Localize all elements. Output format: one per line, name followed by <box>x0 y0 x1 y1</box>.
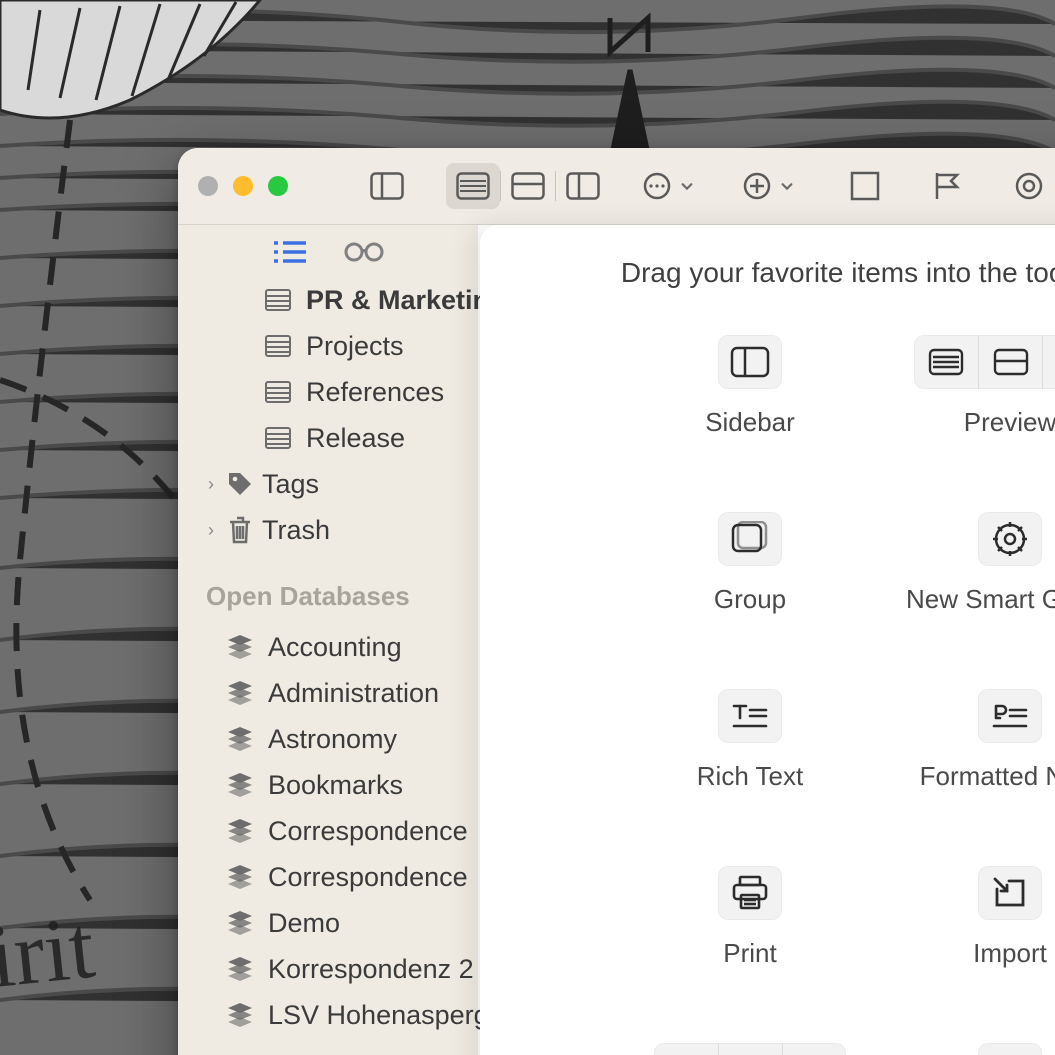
database-stack-icon <box>226 817 254 845</box>
palette-item-rich-text[interactable]: Rich Text <box>620 689 880 792</box>
sidebar-item-label: Correspondence <box>268 862 468 893</box>
sidebar-item-label: Accounting <box>268 632 402 663</box>
palette-label: Sidebar <box>705 407 795 438</box>
palette-label: Formatted Note <box>920 761 1055 792</box>
database-stack-icon <box>226 955 254 983</box>
palette-label: Import <box>973 938 1047 969</box>
folder-icon <box>264 332 292 360</box>
database-stack-icon <box>226 863 254 891</box>
sidebar-item-label: Astronomy <box>268 724 397 755</box>
sidebar-item-label: Trash <box>262 515 330 546</box>
sidebar-item-label: LSV Hohenasperg <box>268 1000 489 1031</box>
database-stack-icon <box>226 725 254 753</box>
desktop-background: irit <box>0 0 1055 1055</box>
chevron-right-icon: › <box>204 474 218 495</box>
sidebar-item-label: Bookmarks <box>268 770 403 801</box>
sidebar-database-item[interactable]: Correspondence <box>178 808 478 854</box>
target-icon <box>718 1043 782 1055</box>
svg-text:irit: irit <box>0 898 99 1007</box>
sidebar-database-item[interactable]: LSV Hohenasperg <box>178 992 478 1038</box>
palette-item-sidebar[interactable]: Sidebar <box>620 335 880 438</box>
palette-item-print[interactable]: Print <box>620 866 880 969</box>
flag-icon <box>654 1043 718 1055</box>
palette-label: Print <box>723 938 776 969</box>
chevron-down-icon <box>680 179 694 193</box>
sidebar-item-pr-marketing[interactable]: PR & Marketing <box>178 277 478 323</box>
sidebar-item-label: Tags <box>262 469 319 500</box>
folder-icon <box>264 286 292 314</box>
palette-item-import[interactable]: Import <box>880 866 1055 969</box>
toolbar-action-menu[interactable] <box>642 171 694 201</box>
folder-icon <box>264 424 292 452</box>
sidebar-tree: PR & Marketing Projects References <box>178 277 478 1038</box>
trash-icon <box>226 516 254 544</box>
palette-item-mark[interactable]: Mark <box>620 1043 880 1055</box>
toolbar-view-split-vertical[interactable] <box>556 163 610 209</box>
sidebar-database-item[interactable]: Korrespondenz 2 <box>178 946 478 992</box>
toolbar-new-menu[interactable] <box>742 171 794 201</box>
database-stack-icon <box>226 771 254 799</box>
database-stack-icon <box>226 633 254 661</box>
zoom-button[interactable] <box>268 176 288 196</box>
sidebar-item-label: Release <box>306 423 405 454</box>
sheet-title: Drag your favorite items into the toolba… <box>480 225 1055 309</box>
palette-item-flag[interactable]: Flag <box>880 1043 1055 1055</box>
sidebar-item-label: Korrespondenz 2 <box>268 954 474 985</box>
palette-label: Preview <box>964 407 1055 438</box>
sidebar-item-release[interactable]: Release <box>178 415 478 461</box>
database-stack-icon <box>226 1001 254 1029</box>
sidebar-item-projects[interactable]: Projects <box>178 323 478 369</box>
database-stack-icon <box>226 679 254 707</box>
database-stack-icon <box>226 909 254 937</box>
lock-icon <box>782 1043 846 1055</box>
palette-item-formatted-note[interactable]: Formatted Note <box>880 689 1055 792</box>
palette-label: Group <box>714 584 786 615</box>
sidebar: PR & Marketing Projects References <box>178 225 478 1055</box>
sidebar-database-item[interactable]: Bookmarks <box>178 762 478 808</box>
sidebar-mode-reading[interactable] <box>343 241 385 268</box>
toolbar-view-split-horizontal[interactable] <box>501 163 555 209</box>
palette-label: New Smart Group <box>906 584 1055 615</box>
sidebar-item-label: Demo <box>268 908 340 939</box>
toolbar-checkbox-icon[interactable] <box>838 163 892 209</box>
sidebar-database-item[interactable]: Demo <box>178 900 478 946</box>
palette-item-group[interactable]: Group <box>620 512 880 615</box>
close-button[interactable] <box>198 176 218 196</box>
palette-label: Rich Text <box>697 761 803 792</box>
traffic-lights <box>198 176 288 196</box>
sidebar-item-trash[interactable]: › Trash <box>178 507 478 553</box>
minimize-button[interactable] <box>233 176 253 196</box>
toolbar-target-icon[interactable] <box>1002 163 1055 209</box>
palette-item-new-smart-group[interactable]: New Smart Group <box>880 512 1055 615</box>
sidebar-item-label: PR & Marketing <box>306 285 506 316</box>
sidebar-item-label: Administration <box>268 678 439 709</box>
toolbar-view-segment <box>442 159 614 213</box>
toolbar <box>360 159 1055 213</box>
sidebar-section-header: Open Databases <box>178 553 478 624</box>
sidebar-item-label: References <box>306 377 444 408</box>
chevron-right-icon: › <box>204 520 218 541</box>
toolbar-view-list[interactable] <box>446 163 500 209</box>
sidebar-item-tags[interactable]: › Tags <box>178 461 478 507</box>
sidebar-database-item[interactable]: Correspondence <box>178 854 478 900</box>
sidebar-mode-list[interactable] <box>271 238 309 271</box>
chevron-down-icon <box>780 179 794 193</box>
sidebar-item-label: Projects <box>306 331 404 362</box>
customize-toolbar-sheet: Drag your favorite items into the toolba… <box>480 225 1055 1055</box>
sidebar-item-label: Correspondence <box>268 816 468 847</box>
window-titlebar <box>178 148 1055 225</box>
sidebar-database-item[interactable]: Astronomy <box>178 716 478 762</box>
app-window: PR & Marketing Projects References <box>178 148 1055 1055</box>
folder-icon <box>264 378 292 406</box>
sidebar-item-references[interactable]: References <box>178 369 478 415</box>
toolbar-sidebar-toggle[interactable] <box>360 163 414 209</box>
sidebar-database-item[interactable]: Accounting <box>178 624 478 670</box>
sidebar-database-item[interactable]: Administration <box>178 670 478 716</box>
tag-icon <box>226 470 254 498</box>
toolbar-flag-icon[interactable] <box>920 163 974 209</box>
palette-item-preview[interactable]: Preview <box>880 335 1055 438</box>
